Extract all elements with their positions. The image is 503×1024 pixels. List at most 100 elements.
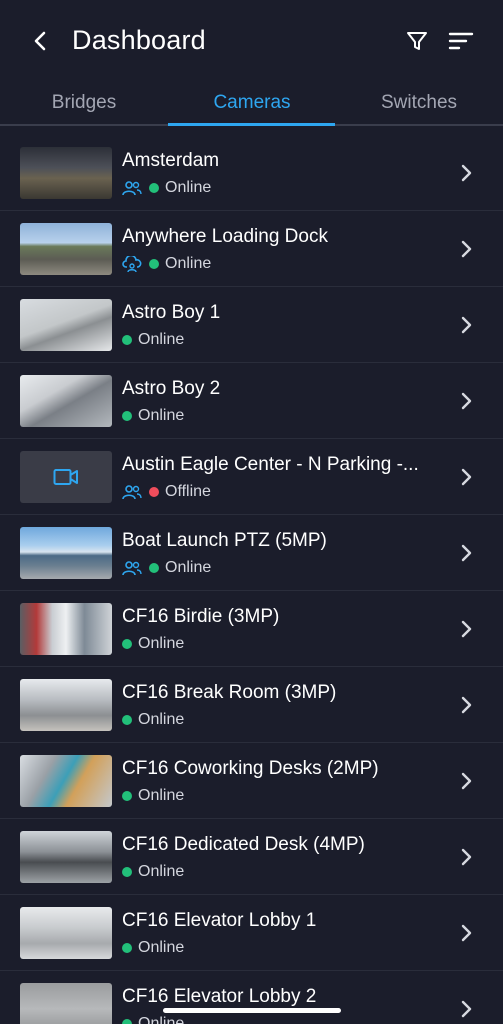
camera-status: Online [122,330,184,350]
camera-row[interactable]: Anywhere Loading Dock Online [0,211,503,287]
tab-cameras[interactable]: Cameras [168,82,336,124]
users-icon [122,484,142,500]
camera-thumbnail [20,755,112,807]
offline-status-dot [149,487,159,497]
online-status-dot [122,1019,132,1024]
camera-thumbnail [20,147,112,199]
camera-status: Online [122,1014,184,1024]
camera-name: CF16 Birdie (3MP) [122,606,280,627]
chevron-right-icon [461,696,472,714]
camera-row[interactable]: CF16 Elevator Lobby 1 Online [0,895,503,971]
camera-row[interactable]: CF16 Dedicated Desk (4MP) Online [0,819,503,895]
status-text: Online [138,407,185,424]
camera-status: Online [122,254,211,274]
online-status-dot [149,563,159,573]
camera-row[interactable]: CF16 Coworking Desks (2MP) Online [0,743,503,819]
users-icon [122,180,142,196]
tab-switches[interactable]: Switches [335,82,503,124]
online-status-dot [122,639,132,649]
camera-status: Online [122,786,184,806]
camera-status: Online [122,406,184,426]
status-text: Online [138,711,185,728]
chevron-right-icon [461,620,472,638]
chevron-right-icon [461,772,472,790]
chevron-right-icon [461,392,472,410]
camera-row[interactable]: Astro Boy 1 Online [0,287,503,363]
filter-icon [407,32,427,50]
chevron-right-icon [461,164,472,182]
chevron-right-icon [461,924,472,942]
status-text: Online [138,787,185,804]
app-header: Dashboard [0,0,503,82]
camera-name: Astro Boy 2 [122,378,221,399]
camera-thumbnail [20,831,112,883]
status-text: Online [138,1015,185,1024]
online-status-dot [122,335,132,345]
camera-thumbnail-placeholder [20,451,112,503]
online-status-dot [122,715,132,725]
camera-status: Online [122,634,184,654]
chevron-right-icon [461,240,472,258]
status-text: Online [138,635,185,652]
sort-icon [448,32,474,50]
chevron-right-icon [461,316,472,334]
status-text: Offline [165,483,211,500]
chevron-right-icon [461,848,472,866]
camera-list[interactable]: Amsterdam Online Anywhere Loading Dock O… [0,135,503,1024]
online-status-dot [122,867,132,877]
camera-thumbnail [20,603,112,655]
camera-status: Online [122,862,184,882]
chevron-right-icon [461,1000,472,1018]
camera-thumbnail [20,299,112,351]
home-indicator[interactable] [163,1008,341,1013]
status-text: Online [165,559,212,576]
camera-name: Austin Eagle Center - N Parking -... [122,454,419,475]
chevron-left-icon [34,31,46,51]
camera-row[interactable]: CF16 Break Room (3MP) Online [0,667,503,743]
online-status-dot [122,943,132,953]
camera-name: CF16 Coworking Desks (2MP) [122,758,379,779]
camera-thumbnail [20,223,112,275]
chevron-right-icon [461,544,472,562]
camera-status: Online [122,938,184,958]
camera-thumbnail [20,679,112,731]
tab-bar: Bridges Cameras Switches [0,82,503,126]
online-status-dot [149,259,159,269]
camera-thumbnail [20,983,112,1024]
online-status-dot [122,411,132,421]
online-status-dot [122,791,132,801]
camera-name: CF16 Elevator Lobby 2 [122,986,317,1007]
camera-status: Online [122,558,211,578]
camera-thumbnail [20,907,112,959]
camera-row[interactable]: Amsterdam Online [0,135,503,211]
camera-thumbnail [20,527,112,579]
video-camera-icon [53,469,78,485]
chevron-right-icon [461,468,472,486]
users-icon [122,560,142,576]
camera-status: Offline [122,482,211,502]
camera-name: Amsterdam [122,150,220,171]
sort-button[interactable] [444,24,478,58]
status-text: Online [138,331,185,348]
status-text: Online [138,939,185,956]
camera-name: CF16 Break Room (3MP) [122,682,337,703]
camera-row[interactable]: CF16 Birdie (3MP) Online [0,591,503,667]
status-text: Online [165,255,212,272]
page-title: Dashboard [72,25,206,55]
camera-status: Online [122,178,211,198]
camera-row[interactable]: Astro Boy 2 Online [0,363,503,439]
camera-row[interactable]: CF16 Elevator Lobby 2 Online [0,971,503,1024]
cloud-share-icon [122,256,142,272]
status-text: Online [138,863,185,880]
camera-name: Anywhere Loading Dock [122,226,328,247]
tab-bridges[interactable]: Bridges [0,82,168,124]
filter-button[interactable] [400,24,434,58]
app-screen: Dashboard Bridges Cameras Switches Amste… [0,0,503,1024]
status-text: Online [165,179,212,196]
camera-row[interactable]: Austin Eagle Center - N Parking -... Off… [0,439,503,515]
back-button[interactable] [24,24,58,58]
camera-name: CF16 Elevator Lobby 1 [122,910,317,931]
online-status-dot [149,183,159,193]
active-tab-indicator [168,123,335,126]
camera-row[interactable]: Boat Launch PTZ (5MP) Online [0,515,503,591]
